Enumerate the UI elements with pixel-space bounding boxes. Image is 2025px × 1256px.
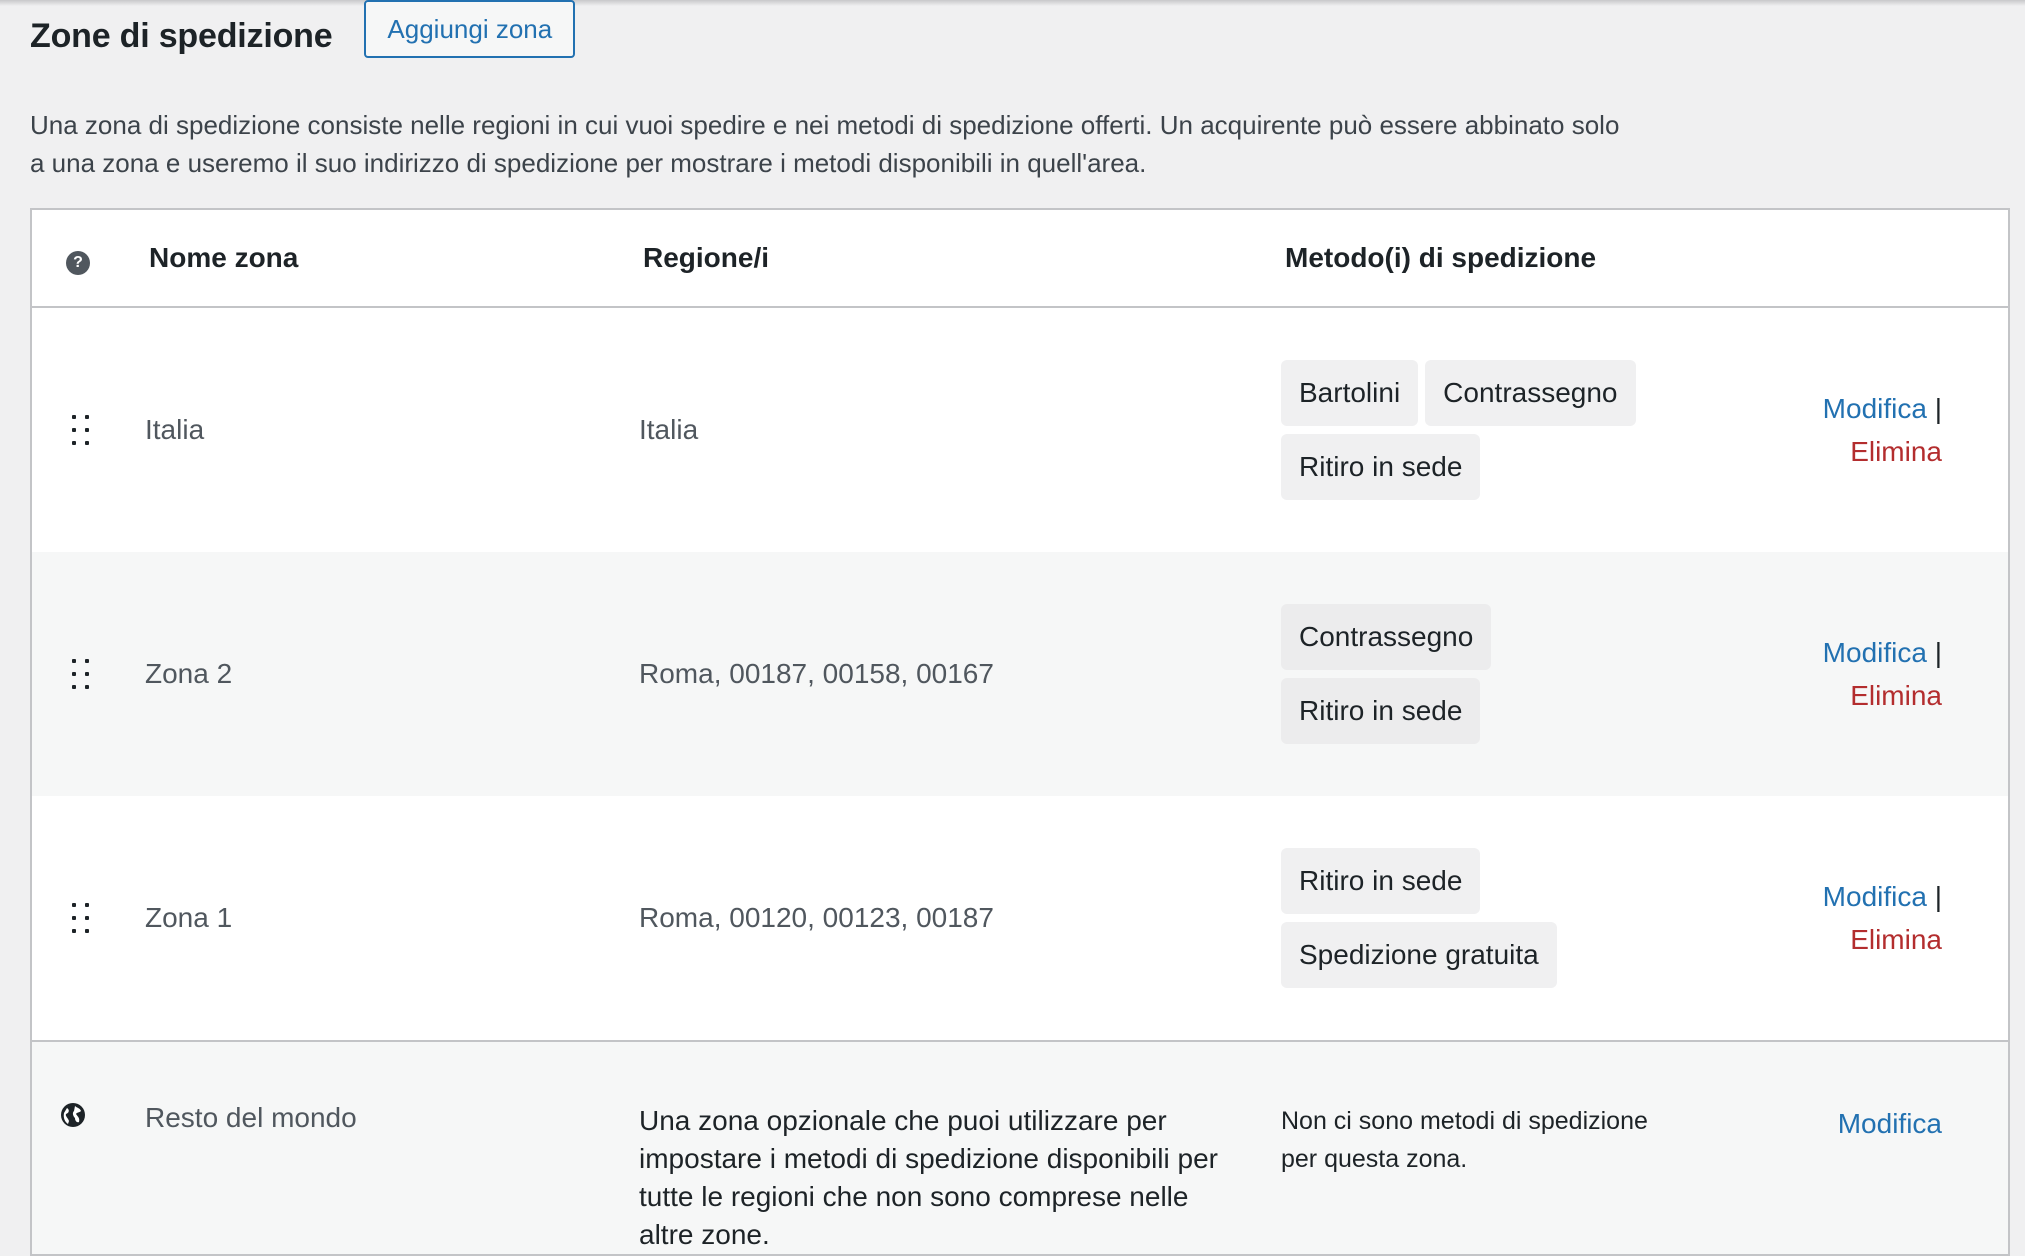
globe-icon — [61, 1103, 85, 1127]
zone-actions: Modifica | Elimina — [1801, 552, 2009, 796]
drag-cell — [31, 796, 145, 1041]
action-separator: | — [1934, 393, 1942, 424]
drag-cell — [31, 307, 145, 552]
delete-link[interactable]: Elimina — [1850, 680, 1942, 711]
zone-regions: Roma, 00187, 00158, 00167 — [639, 658, 994, 689]
edit-link[interactable]: Modifica — [1823, 881, 1927, 912]
add-zone-button[interactable]: Aggiungi zona — [364, 0, 576, 58]
zone-regions: Una zona opzionale che puoi utilizzare p… — [639, 1041, 1281, 1255]
table-row: Zona 2 Roma, 00187, 00158, 00167 Contras… — [31, 552, 2009, 796]
regions-header: Regione/i — [639, 209, 1281, 308]
zone-name-header: Nome zona — [145, 209, 639, 308]
method-chip: Contrassegno — [1425, 360, 1636, 426]
zone-name: Zona 2 — [145, 658, 233, 689]
no-methods-text: Non ci sono metodi di spedizione per que… — [1281, 1107, 1648, 1173]
delete-link[interactable]: Elimina — [1850, 924, 1942, 955]
table-row: Zona 1 Roma, 00120, 00123, 00187 Ritiro … — [31, 796, 2009, 1041]
method-chip: Ritiro in sede — [1281, 434, 1481, 500]
zone-name: Resto del mondo — [145, 1102, 357, 1133]
edit-link[interactable]: Modifica — [1838, 1108, 1942, 1139]
method-chip: Ritiro in sede — [1281, 678, 1481, 744]
help-column-header: ? — [31, 209, 145, 308]
zone-name: Italia — [145, 414, 205, 445]
methods-header: Metodo(i) di spedizione — [1281, 209, 1801, 308]
action-separator: | — [1934, 637, 1942, 668]
drag-cell — [31, 552, 145, 796]
zone-actions: Modifica | Elimina — [1801, 796, 2009, 1041]
zone-methods: Non ci sono metodi di spedizione per que… — [1281, 1041, 1801, 1255]
drag-handle-icon[interactable] — [72, 415, 89, 445]
help-icon[interactable]: ? — [66, 250, 90, 275]
actions-header — [1801, 209, 2009, 308]
drag-handle-icon[interactable] — [72, 903, 89, 933]
zone-actions: Modifica — [1801, 1041, 2009, 1255]
method-chip: Bartolini — [1281, 360, 1419, 426]
action-separator: | — [1934, 881, 1942, 912]
rest-of-world-row: Resto del mondo Una zona opzionale che p… — [31, 1041, 2009, 1255]
method-chip: Contrassegno — [1281, 604, 1492, 670]
rest-of-world-description: Una zona opzionale che puoi utilizzare p… — [639, 1105, 1218, 1250]
globe-cell — [31, 1041, 145, 1255]
zone-methods: Ritiro in sede Spedizione gratuita — [1281, 796, 1801, 1041]
edit-link[interactable]: Modifica — [1823, 637, 1927, 668]
table-row: Italia Italia Bartolini Contrassegno Rit… — [31, 307, 2009, 552]
zone-actions: Modifica | Elimina — [1801, 307, 2009, 552]
method-chip: Ritiro in sede — [1281, 848, 1481, 914]
delete-link[interactable]: Elimina — [1850, 436, 1942, 467]
shipping-zones-table: ? Nome zona Regione/i Metodo(i) di spedi… — [30, 208, 2010, 1256]
page-header: Zone di spedizione Aggiungi zona — [30, 0, 576, 66]
zone-regions: Roma, 00120, 00123, 00187 — [639, 902, 994, 933]
zone-regions: Italia — [639, 414, 699, 445]
page-description: Una zona di spedizione consiste nelle re… — [30, 110, 1620, 178]
zone-name: Zona 1 — [145, 902, 233, 933]
method-chip: Spedizione gratuita — [1281, 922, 1557, 988]
page-title: Zone di spedizione — [30, 16, 333, 55]
zone-methods: Bartolini Contrassegno Ritiro in sede — [1281, 307, 1801, 552]
zone-methods: Contrassegno Ritiro in sede — [1281, 552, 1801, 796]
edit-link[interactable]: Modifica — [1823, 393, 1927, 424]
table-header-row: ? Nome zona Regione/i Metodo(i) di spedi… — [31, 209, 2009, 308]
drag-handle-icon[interactable] — [72, 659, 89, 689]
